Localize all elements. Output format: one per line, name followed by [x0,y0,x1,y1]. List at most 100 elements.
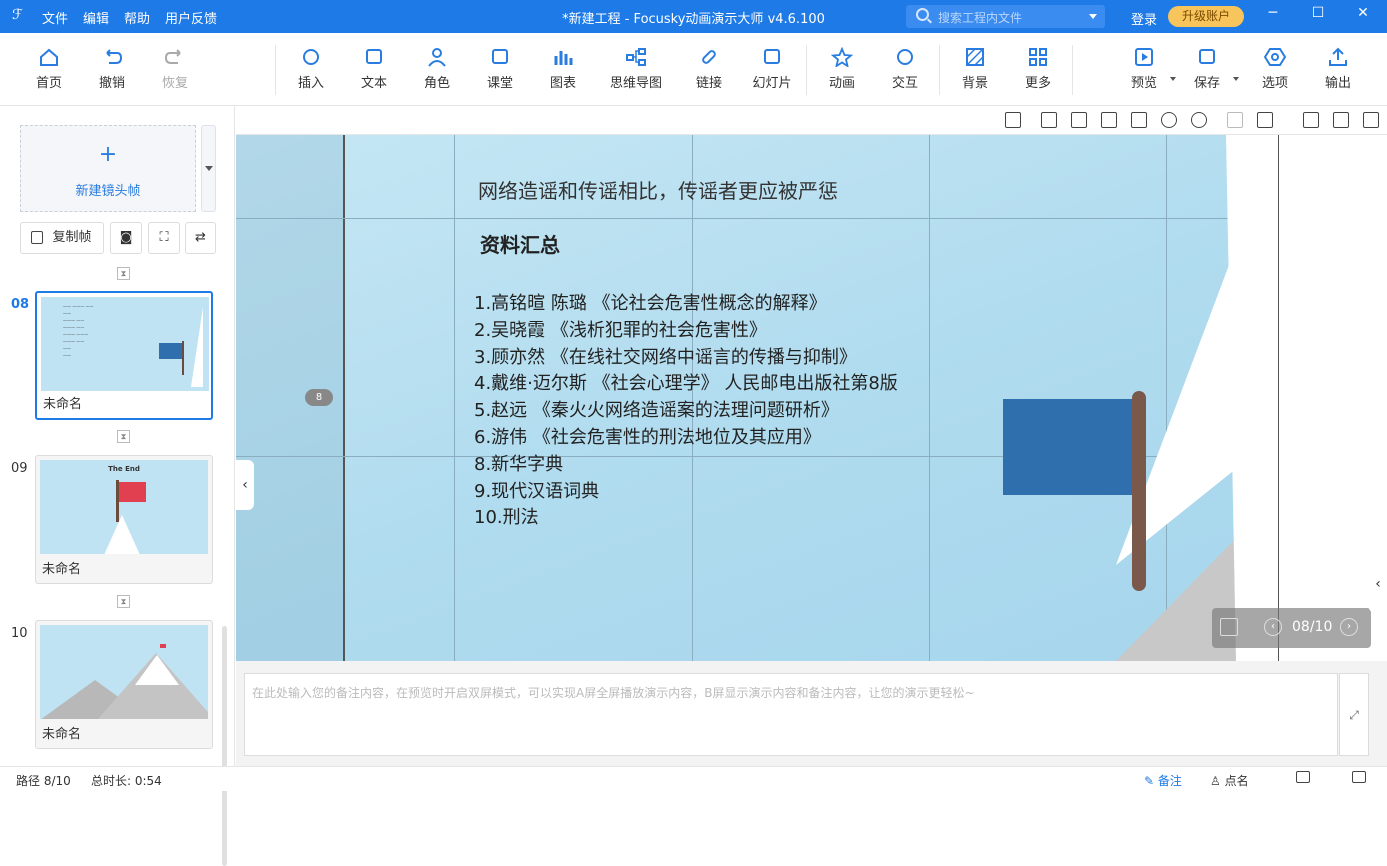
preview-dropdown-icon[interactable] [1170,77,1176,84]
window-icon[interactable] [1352,771,1366,783]
frame-thumbnail-09[interactable]: The End 未命名 [35,455,213,584]
preview-label: 预览 [1130,76,1157,91]
notes-placeholder: 在此处输入您的备注内容，在预览时开启双屏模式，可以实现A屏全屏播放演示内容，B屏… [252,686,975,700]
menu-help[interactable]: 帮助 [124,8,150,27]
flag-icon[interactable] [1003,399,1133,495]
save-dropdown-icon[interactable] [1233,77,1239,84]
preview-button[interactable]: 预览 [1114,47,1176,91]
maximize-icon[interactable]: ☐ [1307,5,1329,27]
notes-tab-label: 备注 [1157,774,1182,788]
scan-button[interactable]: ⛶ [148,222,180,254]
frame-number-badge[interactable]: 8 [305,389,333,406]
search-icon [916,8,929,21]
options-button[interactable]: 选项 [1245,47,1305,91]
prev-icon[interactable]: ‹ [1264,618,1282,636]
ribbon-divider [939,45,940,95]
home-nav-icon[interactable] [1220,618,1238,636]
menu-feedback[interactable]: 用户反馈 [165,8,217,27]
classroom-label: 课堂 [486,76,513,91]
list-item: 9.现代汉语词典 [474,480,600,502]
menu-file[interactable]: 文件 [42,8,68,27]
transition-icon[interactable]: ⧗ [117,430,130,443]
transition-icon[interactable]: ⧗ [117,267,130,280]
screenshot-button[interactable]: ◙ [110,222,142,254]
collapse-sidebar-icon[interactable]: ‹ [236,460,254,510]
frame-thumbnail-10[interactable]: 未命名 [35,620,213,749]
animation-button[interactable]: 动画 [812,46,872,91]
roll-call-tab[interactable]: ♙ 点名 [1210,772,1249,789]
settings-doc-icon[interactable] [1333,112,1349,128]
classroom-icon [489,47,511,67]
new-frame-button[interactable]: + 新建镜头帧 [20,125,196,212]
slide-canvas[interactable]: 网络造谣和传谣相比，传谣者更应被严惩 资料汇总 1.高铭暄 陈璐 《论社会危害性… [236,135,1387,661]
title-bar: ℱ 文件 编辑 帮助 用户反馈 *新建工程 - Focusky动画演示大师 v4… [0,0,1387,33]
link-button[interactable]: 链接 [679,47,739,91]
copy-frame-button[interactable]: 复制帧 [20,222,104,254]
menu-edit[interactable]: 编辑 [83,8,109,27]
redo-button[interactable]: 恢复 [145,47,205,91]
search-input[interactable]: 搜索工程内文件 [906,5,1105,28]
flag-pole[interactable] [1132,391,1146,591]
mindmap-button[interactable]: 思维导图 [596,47,676,91]
minimize-icon[interactable]: ─ [1262,5,1284,27]
list-item: 6.游伟 《社会危害性的刑法地位及其应用》 [474,426,821,448]
close-icon[interactable]: ✕ [1352,5,1374,27]
save-button[interactable]: 保存 [1177,47,1239,91]
thumb-flag [159,343,183,359]
login-link[interactable]: 登录 [1131,9,1157,28]
background-button[interactable]: 背景 [945,47,1005,91]
list-item: 4.戴维·迈尔斯 《社会心理学》 人民邮电出版社第8版 [474,373,898,395]
lock-icon[interactable] [1257,112,1273,128]
export-button[interactable]: 输出 [1308,47,1368,91]
play-icon [1133,47,1155,67]
reference-list[interactable]: 1.高铭暄 陈璐 《论社会危害性概念的解释》 2.吴晓霞 《浅析犯罪的社会危害性… [474,291,898,532]
hand-icon [894,47,916,67]
frame-name: 未命名 [42,562,82,577]
align-icon[interactable] [1227,112,1243,128]
slideshow-button[interactable]: 幻灯片 [742,47,802,91]
slide-heading[interactable]: 资料汇总 [480,229,560,258]
screen-icon[interactable] [1296,771,1310,783]
list-item: 2.吴晓霞 《浅析犯罪的社会危害性》 [474,319,767,341]
notes-input[interactable]: 在此处输入您的备注内容，在预览时开启双屏模式，可以实现A屏全屏播放演示内容，B屏… [244,673,1338,756]
chart-button[interactable]: 图表 [533,47,593,91]
home-button[interactable]: 首页 [19,47,79,91]
undo-icon [101,47,123,67]
collapse-right-icon[interactable]: ‹ [1369,555,1387,613]
slide-frame[interactable]: 网络造谣和传谣相比，传谣者更应被严惩 资料汇总 1.高铭暄 陈璐 《论社会危害性… [236,135,1278,661]
text-button[interactable]: 文本 [344,47,404,91]
zoom-out-icon[interactable] [1191,112,1207,128]
more-label: 更多 [1024,76,1051,91]
next-icon[interactable]: › [1340,618,1358,636]
zoom-in-icon[interactable] [1161,112,1177,128]
more-button[interactable]: 更多 [1008,47,1068,91]
redo-icon [164,47,186,67]
home-label: 首页 [35,76,62,91]
notes-tab[interactable]: ✎ 备注 [1144,772,1182,789]
thumb-pole [116,480,119,522]
edit-icon[interactable] [1363,112,1379,128]
frame-thumbnail-08[interactable]: —— ——— —— —— ——— —— ——— —— ——— ——— ——— —— —— ——… [35,291,213,420]
camera-snapshot-icon[interactable] [1303,112,1319,128]
interaction-button[interactable]: 交互 [875,47,935,91]
role-button[interactable]: 角色 [407,47,467,91]
thumb-mountain [104,515,140,554]
expand-notes-icon[interactable]: ⤢ [1339,673,1369,756]
slide-title[interactable]: 网络造谣和传谣相比，传谣者更应被严惩 [478,175,838,204]
upgrade-button[interactable]: 升级账户 [1168,6,1244,27]
transition-icon[interactable]: ⧗ [117,595,130,608]
list-item: 1.高铭暄 陈璐 《论社会危害性概念的解释》 [474,293,827,314]
classroom-button[interactable]: 课堂 [470,47,530,91]
paste-icon[interactable] [1131,112,1147,128]
rotate-right-icon[interactable] [1071,112,1087,128]
rotate-left-icon[interactable] [1041,112,1057,128]
copy-object-icon[interactable] [1101,112,1117,128]
search-dropdown-icon[interactable] [1089,14,1097,23]
home-view-icon[interactable] [1005,112,1021,128]
sidebar-scrollbar[interactable] [222,626,227,866]
transition-button[interactable]: ⇄ [185,222,216,254]
new-frame-dropdown[interactable] [201,125,216,212]
undo-button[interactable]: 撤销 [82,47,142,91]
frame-name: 未命名 [43,397,83,412]
insert-button[interactable]: 插入 [281,47,341,91]
